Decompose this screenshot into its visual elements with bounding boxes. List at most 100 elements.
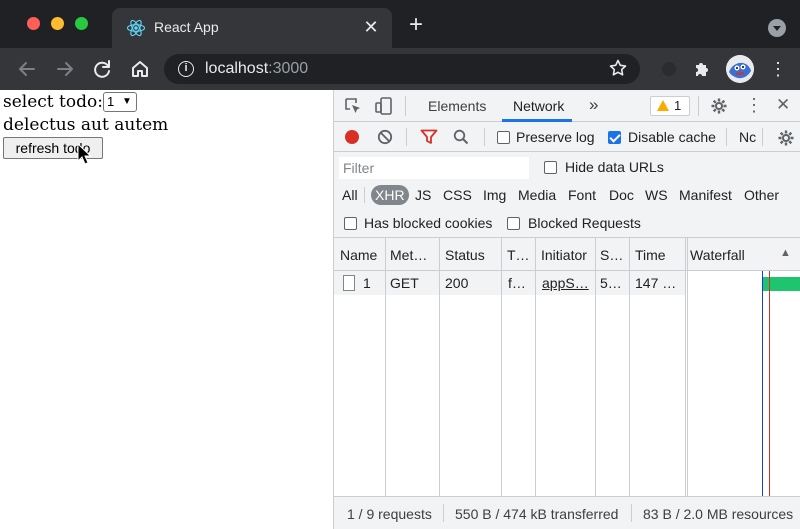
column-divider: [629, 238, 630, 496]
table-row[interactable]: 1 GET 200 f… appS… 5… 147 …: [334, 271, 686, 295]
column-header-name[interactable]: Name: [340, 247, 384, 263]
bookmark-star-icon[interactable]: [608, 58, 628, 83]
disable-cache-label: Disable cache: [628, 129, 716, 145]
column-header-time[interactable]: Time: [635, 247, 683, 263]
divider: [631, 504, 632, 522]
requests-table: Name Met… Status T… Initiator S… Time Wa…: [334, 238, 800, 496]
close-tab-icon[interactable]: ✕: [360, 16, 382, 38]
react-logo-icon: [126, 19, 146, 37]
browser-toolbar: i localhost:3000 ⋮: [0, 48, 800, 90]
issues-warning-badge[interactable]: 1: [650, 96, 690, 116]
devtools-tab-bar: Elements Network » 1 ⋮ ✕: [334, 90, 800, 122]
maximize-window-button[interactable]: [75, 17, 88, 30]
column-header-size[interactable]: S…: [600, 247, 630, 263]
type-filter-media[interactable]: Media: [518, 185, 556, 205]
filter-input[interactable]: Filter: [339, 157, 529, 179]
select-label: select todo:: [3, 92, 103, 112]
type-filter-img[interactable]: Img: [483, 185, 506, 205]
divider: [762, 128, 763, 146]
browser-tab[interactable]: React App ✕: [112, 8, 392, 48]
mouse-cursor-icon: [77, 143, 91, 165]
resources-size: 83 B / 2.0 MB resources: [643, 506, 794, 522]
waterfall-area: [687, 271, 800, 496]
request-count: 1 / 9 requests: [347, 506, 432, 522]
devtools-panel: Elements Network » 1 ⋮ ✕ Preserve log Di…: [333, 90, 800, 529]
column-header-initiator[interactable]: Initiator: [541, 247, 597, 263]
close-devtools-icon[interactable]: ✕: [776, 95, 790, 115]
tab-search-icon[interactable]: [768, 19, 786, 37]
blocked-requests-checkbox[interactable]: [507, 217, 520, 230]
url-text: localhost:3000: [205, 60, 309, 77]
inspect-element-icon[interactable]: [344, 97, 362, 115]
waterfall-bar: [762, 277, 800, 291]
forward-arrow-icon[interactable]: [52, 56, 78, 82]
divider: [364, 187, 365, 203]
divider: [405, 96, 406, 116]
device-toolbar-icon[interactable]: [374, 96, 394, 116]
divider: [484, 128, 485, 146]
preserve-log-label: Preserve log: [516, 129, 595, 145]
cell-time: 147 …: [635, 275, 677, 291]
throttling-select[interactable]: Nc: [739, 129, 756, 145]
close-window-button[interactable]: [27, 17, 40, 30]
network-status-bar: 1 / 9 requests 550 B / 474 kB transferre…: [334, 496, 800, 529]
network-settings-gear-icon[interactable]: [777, 129, 795, 147]
address-bar[interactable]: i localhost:3000: [164, 54, 640, 84]
column-header-status[interactable]: Status: [445, 247, 495, 263]
type-filter-js[interactable]: JS: [415, 185, 431, 205]
has-blocked-cookies-checkbox[interactable]: [344, 217, 357, 230]
blocked-requests-label: Blocked Requests: [528, 215, 641, 231]
type-filter-ws[interactable]: WS: [645, 185, 668, 205]
load-event-line: [769, 271, 770, 496]
tab-elements[interactable]: Elements: [428, 98, 486, 114]
column-divider: [535, 238, 536, 496]
new-tab-button[interactable]: +: [404, 13, 428, 38]
title-bar: React App ✕ +: [0, 0, 800, 48]
todo-select[interactable]: 1 ▼: [102, 91, 137, 112]
extensions-puzzle-icon[interactable]: [691, 57, 715, 81]
devtools-menu-icon[interactable]: ⋮: [745, 95, 763, 116]
site-info-icon[interactable]: i: [178, 61, 194, 77]
column-header-method[interactable]: Met…: [390, 247, 436, 263]
type-filter-doc[interactable]: Doc: [609, 185, 634, 205]
column-header-type[interactable]: T…: [507, 247, 537, 263]
filter-bar: Filter Hide data URLs All XHR JS CSS Img…: [334, 152, 800, 238]
minimize-window-button[interactable]: [51, 17, 64, 30]
type-filter-other[interactable]: Other: [744, 185, 779, 205]
cell-initiator-link[interactable]: appS…: [542, 275, 589, 291]
column-header-waterfall[interactable]: Waterfall: [690, 247, 770, 263]
back-arrow-icon[interactable]: [14, 56, 40, 82]
tab-network[interactable]: Network: [513, 98, 564, 114]
more-tabs-button[interactable]: »: [589, 95, 598, 115]
search-icon[interactable]: [453, 129, 469, 145]
clear-icon[interactable]: [377, 129, 393, 145]
divider: [406, 128, 407, 146]
extension-icon[interactable]: [662, 62, 676, 76]
type-filter-xhr[interactable]: XHR: [371, 185, 409, 205]
table-header: Name Met… Status T… Initiator S… Time Wa…: [334, 238, 800, 271]
todo-select-row: select todo: 1 ▼: [3, 91, 137, 113]
transferred-size: 550 B / 474 kB transferred: [455, 506, 619, 522]
column-divider: [385, 238, 386, 496]
record-button[interactable]: [345, 130, 359, 144]
type-filter-all[interactable]: All: [342, 185, 358, 205]
hide-data-urls-checkbox[interactable]: [544, 161, 557, 174]
tab-title: React App: [154, 19, 219, 35]
type-filter-css[interactable]: CSS: [443, 185, 472, 205]
type-filter-manifest[interactable]: Manifest: [679, 185, 732, 205]
hide-data-urls-label: Hide data URLs: [565, 159, 664, 175]
settings-gear-icon[interactable]: [710, 97, 728, 115]
sort-ascending-icon: ▲: [780, 247, 791, 259]
browser-menu-icon[interactable]: ⋮: [768, 56, 788, 82]
reload-icon[interactable]: [89, 56, 115, 82]
warning-icon: [657, 100, 669, 111]
type-filter-font[interactable]: Font: [568, 185, 596, 205]
column-divider: [687, 238, 688, 496]
filter-funnel-icon[interactable]: [420, 129, 438, 145]
disable-cache-checkbox[interactable]: [608, 131, 621, 144]
profile-avatar[interactable]: [726, 55, 754, 83]
home-icon[interactable]: [127, 56, 153, 82]
preserve-log-checkbox[interactable]: [497, 131, 510, 144]
cell-size: 5…: [600, 275, 622, 291]
cell-method: GET: [390, 275, 419, 291]
